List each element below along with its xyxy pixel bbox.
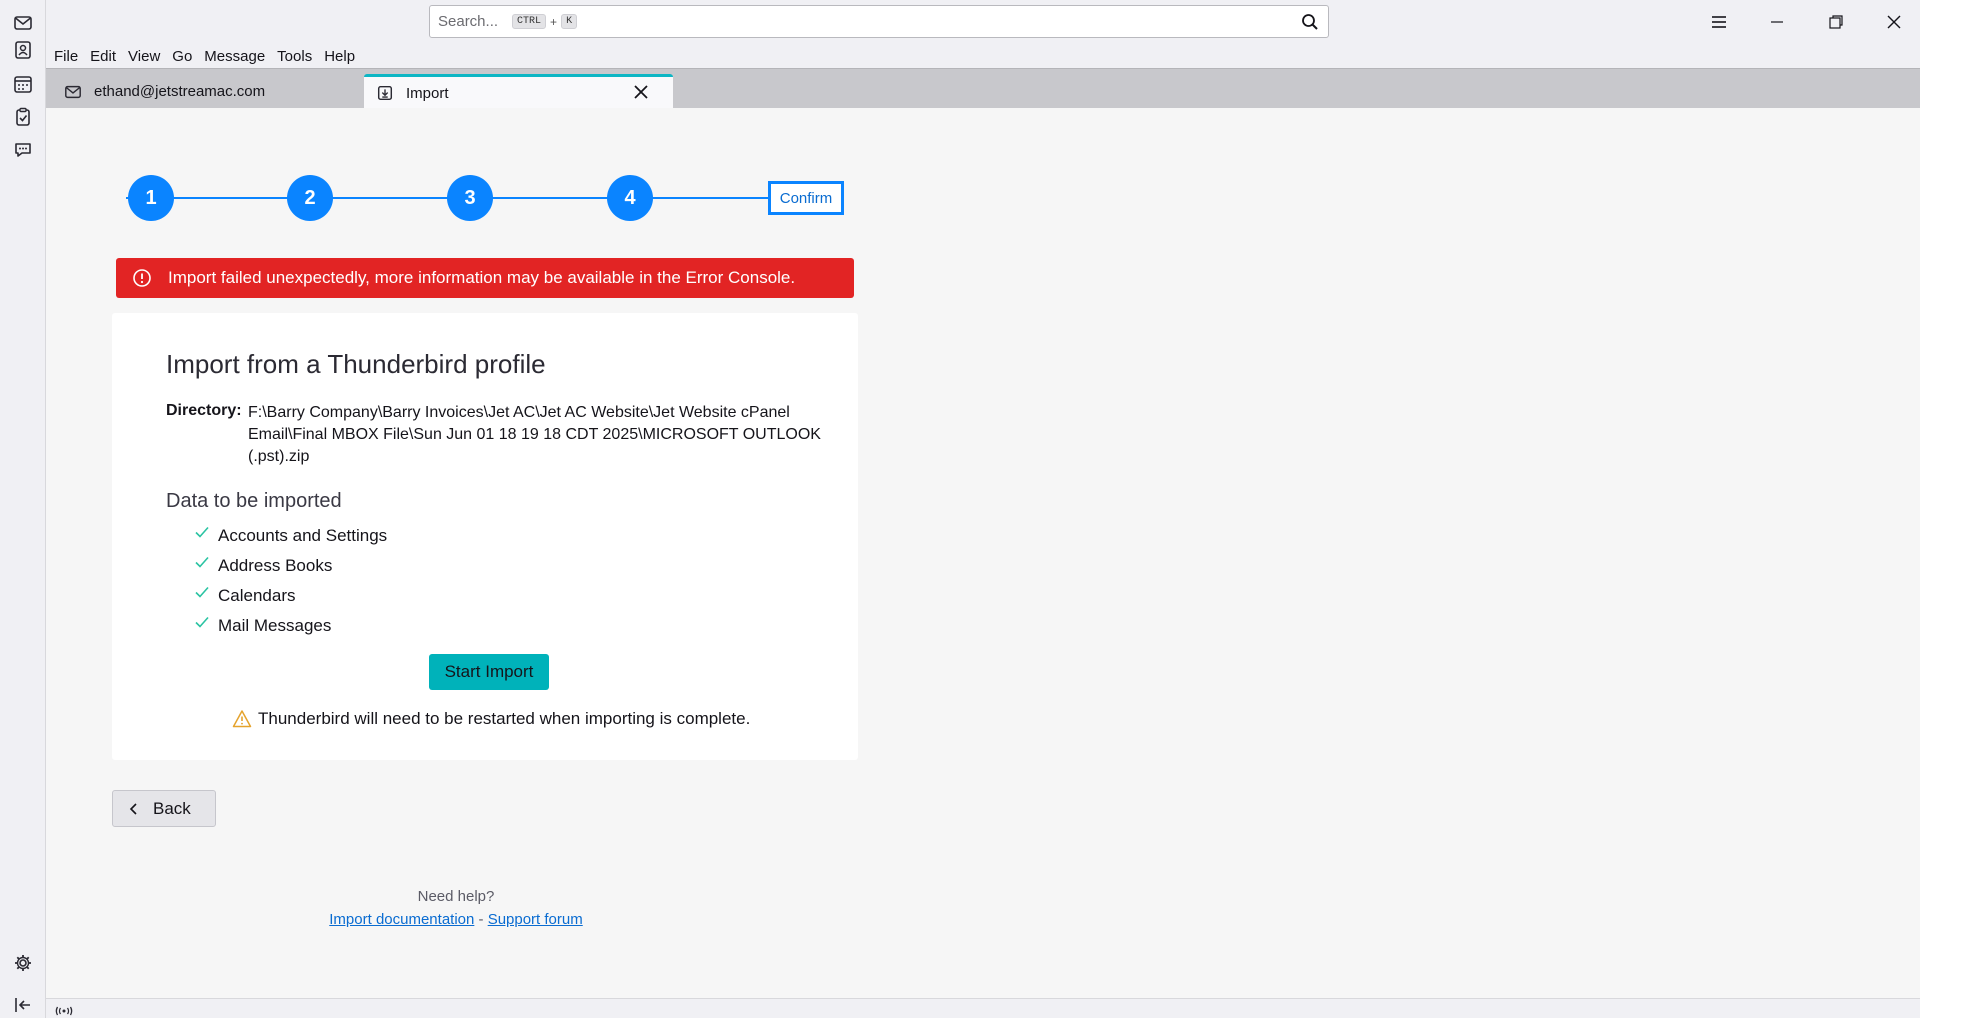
check-icon <box>195 586 209 598</box>
shortcut-key-k: K <box>561 14 578 29</box>
tab-mail-account[interactable]: ethand@jetstreamac.com <box>54 74 359 109</box>
close-icon <box>1887 15 1901 29</box>
close-tab-icon[interactable] <box>633 84 649 100</box>
restore-icon <box>1829 15 1843 29</box>
card-title: Import from a Thunderbird profile <box>166 349 546 379</box>
item-label: Accounts and Settings <box>218 526 388 545</box>
calendar-space-button[interactable] <box>8 69 38 99</box>
online-status-icon[interactable] <box>54 1002 74 1016</box>
item-label: Address Books <box>218 556 333 575</box>
app-menu-button[interactable] <box>1691 0 1747 44</box>
menu-bar: File Edit View Go Message Tools Help <box>46 44 1920 68</box>
window-edge <box>1920 0 1966 1018</box>
data-heading: Data to be imported <box>166 490 342 512</box>
directory-value: F:\Barry Company\Barry Invoices\Jet AC\J… <box>248 404 821 465</box>
item-label: Calendars <box>218 586 296 605</box>
help-section: Need help? Import documentation - Suppor… <box>306 888 606 928</box>
list-item: Address Books <box>194 551 387 581</box>
start-import-button[interactable]: Start Import <box>429 654 549 690</box>
link-separator: - <box>478 911 484 928</box>
calendar-icon <box>14 76 32 93</box>
import-items-list: Accounts and Settings Address Books Cale… <box>194 521 387 641</box>
chat-icon <box>15 143 31 157</box>
list-item: Accounts and Settings <box>194 521 387 551</box>
settings-icon <box>15 955 31 971</box>
import-tab-icon <box>377 85 393 101</box>
back-button[interactable]: Back <box>112 790 216 827</box>
search-input[interactable]: Search... CTRL + K <box>429 5 1329 38</box>
collapse-icon <box>15 998 30 1012</box>
tasks-space-button[interactable] <box>8 102 38 132</box>
search-placeholder: Search... <box>438 13 499 30</box>
menu-tools[interactable]: Tools <box>277 48 312 65</box>
support-forum-link[interactable]: Support forum <box>488 911 583 928</box>
search-icon[interactable] <box>1300 12 1320 32</box>
import-page: 1 2 3 4 Confirm Import failed unexpected… <box>46 108 1920 998</box>
check-icon <box>195 616 209 628</box>
error-icon <box>133 269 151 287</box>
restart-notice: Thunderbird will need to be restarted wh… <box>232 709 750 729</box>
warning-icon <box>232 710 252 728</box>
shortcut-key-ctrl: CTRL <box>512 14 547 29</box>
menu-file[interactable]: File <box>54 48 78 65</box>
help-links: Import documentation - Support forum <box>306 911 606 928</box>
close-window-button[interactable] <box>1866 0 1922 44</box>
error-notification: Import failed unexpectedly, more informa… <box>116 258 854 298</box>
restart-note-text: Thunderbird will need to be restarted wh… <box>258 709 751 728</box>
step-4: 4 <box>607 175 653 221</box>
chat-space-button[interactable] <box>8 135 38 165</box>
menu-message[interactable]: Message <box>204 48 265 65</box>
check-icon <box>195 556 209 568</box>
need-help-text: Need help? <box>417 888 495 905</box>
check-icon <box>195 526 209 538</box>
shortcut-plus: + <box>550 14 558 29</box>
step-confirm: Confirm <box>768 181 844 215</box>
menu-edit[interactable]: Edit <box>90 48 116 65</box>
item-label: Mail Messages <box>218 616 332 635</box>
list-item: Calendars <box>194 581 387 611</box>
tab-import[interactable]: Import <box>364 74 673 109</box>
mail-space-button[interactable] <box>8 8 38 38</box>
menu-help[interactable]: Help <box>324 48 355 65</box>
mail-icon <box>14 16 32 30</box>
back-label: Back <box>153 798 191 818</box>
tab-label: ethand@jetstreamac.com <box>94 83 266 100</box>
mail-tab-icon <box>65 85 81 98</box>
menu-go[interactable]: Go <box>172 48 192 65</box>
import-summary-card: Import from a Thunderbird profile Direct… <box>112 313 858 760</box>
title-bar: Search... CTRL + K <box>46 0 1920 44</box>
chevron-left-icon <box>129 802 137 815</box>
status-bar <box>46 998 1920 1018</box>
address-book-space-button[interactable] <box>8 35 38 65</box>
settings-button[interactable] <box>8 948 38 978</box>
minimize-icon <box>1771 21 1783 23</box>
menu-view[interactable]: View <box>128 48 160 65</box>
tab-label: Import <box>406 84 449 102</box>
tasks-icon <box>16 107 30 126</box>
directory-label: Directory: <box>166 402 242 419</box>
address-book-icon <box>15 41 31 59</box>
collapse-spaces-button[interactable] <box>8 990 38 1018</box>
restore-button[interactable] <box>1808 0 1864 44</box>
minimize-button[interactable] <box>1749 0 1805 44</box>
error-message: Import failed unexpectedly, more informa… <box>168 268 796 287</box>
step-3: 3 <box>447 175 493 221</box>
step-2: 2 <box>287 175 333 221</box>
spaces-toolbar <box>0 0 46 1018</box>
menu-icon <box>1712 16 1726 28</box>
tab-bar: ethand@jetstreamac.com Import <box>46 68 1920 109</box>
list-item: Mail Messages <box>194 611 387 641</box>
step-1: 1 <box>128 175 174 221</box>
import-documentation-link[interactable]: Import documentation <box>329 911 474 928</box>
